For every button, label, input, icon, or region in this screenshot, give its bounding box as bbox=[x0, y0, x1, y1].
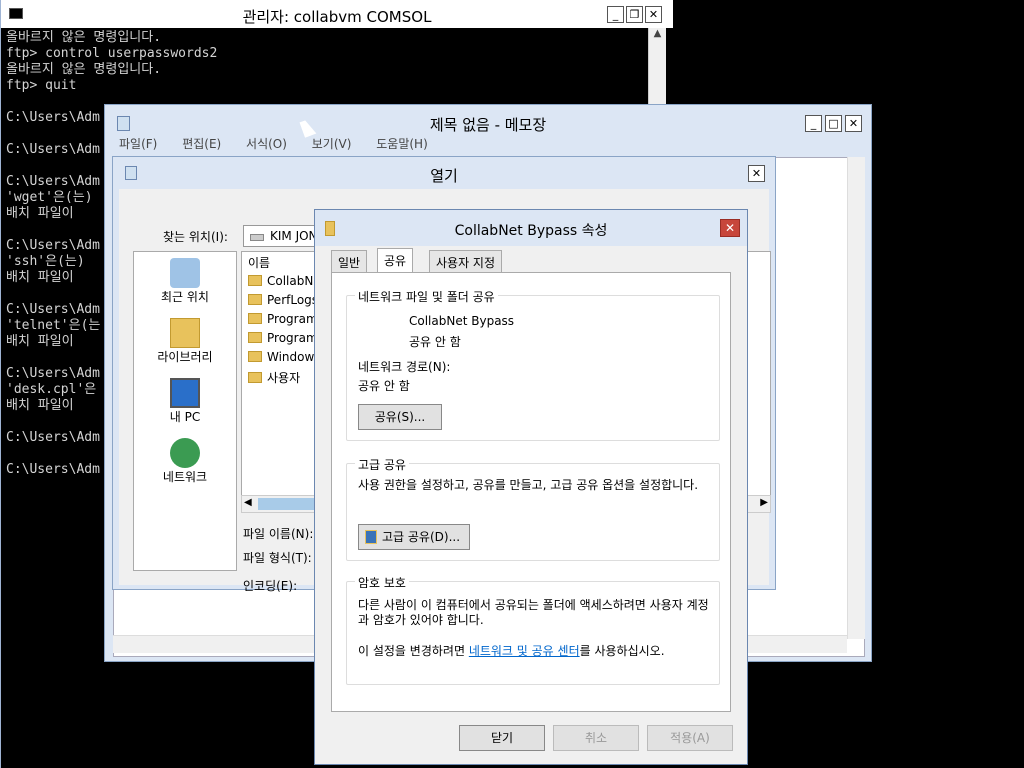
apply-button[interactable]: 적용(A) bbox=[647, 725, 733, 751]
computer-icon bbox=[170, 378, 200, 408]
menu-edit[interactable]: 편집(E) bbox=[182, 137, 221, 151]
network-path-label: 네트워크 경로(N): bbox=[358, 360, 451, 374]
notepad-titlebar[interactable]: 제목 없음 - 메모장 _ □ ✕ bbox=[105, 105, 871, 139]
place-label: 네트워크 bbox=[162, 470, 208, 484]
close-button[interactable]: ✕ bbox=[748, 165, 765, 182]
note-prefix: 이 설정을 변경하려면 bbox=[358, 644, 469, 658]
properties-title: CollabNet Bypass 속성 bbox=[454, 223, 608, 239]
file-name: 사용자 bbox=[267, 371, 301, 385]
place-label: 내 PC bbox=[169, 410, 201, 424]
close-button[interactable]: ✕ bbox=[720, 219, 740, 237]
group-label: 암호 보호 bbox=[355, 574, 409, 591]
maximize-button[interactable]: □ bbox=[825, 115, 842, 132]
filetype-label: 파일 형식(T): bbox=[243, 551, 312, 565]
network-sharing-center-link[interactable]: 네트워크 및 공유 센터 bbox=[469, 644, 580, 658]
folder-icon bbox=[248, 294, 262, 305]
minimize-button[interactable]: _ bbox=[805, 115, 822, 132]
place-network[interactable]: 네트워크 bbox=[134, 438, 236, 485]
network-icon bbox=[170, 438, 200, 468]
restore-button[interactable]: ❐ bbox=[626, 6, 643, 23]
encoding-label: 인코딩(E): bbox=[243, 579, 298, 593]
tab-customize[interactable]: 사용자 지정 bbox=[429, 250, 503, 272]
properties-titlebar[interactable]: CollabNet Bypass 속성 ✕ bbox=[315, 210, 747, 246]
network-path-value: 공유 안 함 bbox=[358, 379, 410, 393]
cancel-button[interactable]: 취소 bbox=[553, 725, 639, 751]
folder-icon bbox=[248, 372, 262, 383]
place-libraries[interactable]: 라이브러리 bbox=[134, 318, 236, 365]
folder-icon bbox=[248, 275, 262, 286]
scroll-thumb[interactable] bbox=[258, 498, 318, 510]
place-this-pc[interactable]: 내 PC bbox=[134, 378, 236, 425]
places-bar: 최근 위치 라이브러리 내 PC 네트워크 bbox=[133, 251, 237, 571]
sharing-tab-page: 네트워크 파일 및 폴더 공유 CollabNet Bypass 공유 안 함 … bbox=[331, 272, 731, 712]
group-label: 고급 공유 bbox=[355, 456, 409, 473]
menu-view[interactable]: 보기(V) bbox=[312, 137, 352, 151]
share-name: CollabNet Bypass bbox=[409, 314, 515, 328]
advanced-share-label: 고급 공유(D)... bbox=[381, 530, 461, 544]
place-recent[interactable]: 최근 위치 bbox=[134, 258, 236, 305]
console-line: ftp> quit bbox=[6, 78, 77, 93]
tab-sharing[interactable]: 공유 bbox=[377, 248, 414, 273]
close-dialog-button[interactable]: 닫기 bbox=[459, 725, 545, 751]
shield-icon bbox=[365, 530, 377, 544]
folder-icon bbox=[248, 351, 262, 362]
console-line: 올바르지 않은 명령입니다. bbox=[6, 62, 162, 77]
tab-general[interactable]: 일반 bbox=[331, 250, 368, 272]
minimize-button[interactable]: _ bbox=[607, 6, 624, 23]
folder-icon bbox=[248, 332, 262, 343]
place-label: 최근 위치 bbox=[161, 290, 209, 304]
open-dialog-titlebar[interactable]: 열기 ✕ bbox=[113, 157, 775, 189]
open-dialog-title: 열기 bbox=[430, 167, 458, 185]
advanced-share-button[interactable]: 고급 공유(D)... bbox=[358, 524, 470, 550]
scroll-right-icon[interactable]: ▶ bbox=[760, 497, 768, 508]
close-button[interactable]: ✕ bbox=[645, 6, 662, 23]
column-header-name[interactable]: 이름 bbox=[248, 254, 270, 271]
close-button[interactable]: ✕ bbox=[845, 115, 862, 132]
menu-file[interactable]: 파일(F) bbox=[119, 137, 157, 151]
list-item[interactable]: PerfLogs bbox=[248, 293, 318, 307]
console-line: ftp> control userpasswords2 bbox=[6, 46, 218, 61]
password-change-note: 이 설정을 변경하려면 네트워크 및 공유 센터를 사용하십시오. bbox=[358, 644, 718, 659]
notepad-menubar: 파일(F) 편집(E) 서식(O) 보기(V) 도움말(H) bbox=[105, 135, 435, 155]
note-suffix: 를 사용하십시오. bbox=[579, 644, 665, 658]
advanced-share-group: 고급 공유 사용 권한을 설정하고, 공유를 만들고, 고급 공유 옵션을 설정… bbox=[346, 456, 720, 561]
properties-dialog: CollabNet Bypass 속성 ✕ 일반 공유 사용자 지정 네트워크 … bbox=[314, 209, 748, 765]
list-item[interactable]: Windows bbox=[248, 350, 321, 364]
drive-icon bbox=[250, 234, 264, 241]
notepad-title: 제목 없음 - 메모장 bbox=[429, 116, 547, 134]
console-line: 올바르지 않은 명령입니다. bbox=[6, 30, 162, 45]
look-in-label: 찾는 위치(I): bbox=[163, 230, 228, 244]
notepad-vertical-scrollbar[interactable] bbox=[847, 157, 865, 639]
console-title: 관리자: collabvm COMSOL bbox=[242, 8, 432, 26]
list-item[interactable]: 사용자 bbox=[248, 369, 300, 386]
console-titlebar[interactable]: 관리자: collabvm COMSOL _ ❐ ✕ bbox=[1, 0, 673, 28]
file-name: PerfLogs bbox=[267, 293, 319, 307]
folder-icon bbox=[248, 313, 262, 324]
filename-label: 파일 이름(N): bbox=[243, 527, 314, 541]
group-label: 네트워크 파일 및 폴더 공유 bbox=[355, 288, 498, 305]
menu-help[interactable]: 도움말(H) bbox=[376, 137, 428, 151]
password-description: 다른 사람이 이 컴퓨터에서 공유되는 폴더에 액세스하려면 사용자 계정과 암… bbox=[358, 598, 709, 627]
share-state: 공유 안 함 bbox=[409, 335, 461, 349]
place-label: 라이브러리 bbox=[157, 350, 213, 364]
console-scrollbar[interactable]: ▲ bbox=[648, 28, 666, 104]
menu-format[interactable]: 서식(O) bbox=[246, 137, 287, 151]
recent-places-icon bbox=[170, 258, 200, 288]
network-share-group: 네트워크 파일 및 폴더 공유 CollabNet Bypass 공유 안 함 … bbox=[346, 288, 720, 441]
share-button[interactable]: 공유(S)... bbox=[358, 404, 442, 430]
advanced-share-description: 사용 권한을 설정하고, 공유를 만들고, 고급 공유 옵션을 설정합니다. bbox=[358, 478, 699, 492]
scroll-left-icon[interactable]: ◀ bbox=[244, 497, 252, 508]
libraries-icon bbox=[170, 318, 200, 348]
file-name: Windows bbox=[267, 350, 321, 364]
password-protection-group: 암호 보호 다른 사람이 이 컴퓨터에서 공유되는 폴더에 액세스하려면 사용자… bbox=[346, 574, 720, 685]
